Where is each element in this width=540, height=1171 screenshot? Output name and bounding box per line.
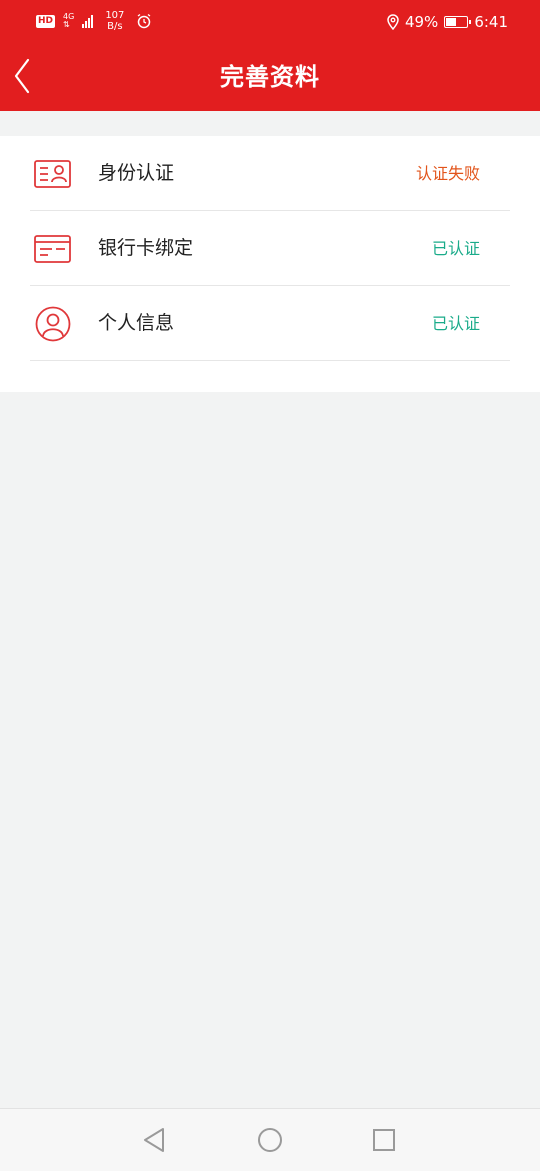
list-item-bank-card[interactable]: 银行卡绑定 已认证	[30, 211, 510, 286]
hd-badge: HD	[36, 14, 56, 28]
location-icon	[387, 14, 399, 30]
signal-icon	[82, 14, 94, 28]
battery-icon	[444, 16, 472, 28]
status-right: 49% 6:41	[387, 13, 508, 31]
identity-status: 认证失败	[415, 164, 480, 183]
page-title: 完善资料	[220, 63, 320, 91]
identity-label: 身份认证	[98, 162, 175, 184]
network-indicator: 4G ⇅	[63, 13, 74, 29]
nav-home-icon	[258, 1128, 282, 1152]
system-home-button[interactable]	[253, 1123, 287, 1157]
alarm-icon	[138, 13, 151, 29]
bank-card-icon	[34, 235, 71, 263]
status-left: HD 4G ⇅ 107 B/s	[36, 10, 152, 32]
system-back-button[interactable]	[137, 1123, 171, 1157]
profile-list: 身份认证 认证失败 银行卡绑定 已认证 个人信息 已认证	[0, 136, 540, 392]
system-recent-button[interactable]	[367, 1123, 401, 1157]
battery-percent: 49%	[404, 13, 439, 31]
clock: 6:41	[474, 13, 508, 31]
personal-info-status: 已认证	[431, 314, 480, 333]
personal-info-label: 个人信息	[98, 312, 175, 334]
status-bar: HD 4G ⇅ 107 B/s 49% 6:41	[0, 0, 540, 44]
list-item-personal-info[interactable]: 个人信息 已认证	[30, 286, 510, 361]
bank-card-label: 银行卡绑定	[98, 237, 194, 259]
user-circle-icon	[35, 306, 71, 342]
id-card-icon	[34, 160, 71, 188]
list-item-identity[interactable]: 身份认证 认证失败	[30, 136, 510, 211]
bank-card-status: 已认证	[431, 239, 480, 258]
speed-unit: B/s	[107, 21, 123, 32]
header-bar: 完善资料	[0, 44, 540, 111]
nav-recent-icon	[373, 1129, 395, 1151]
network-speed: 107 B/s	[105, 10, 124, 32]
system-nav-bar	[0, 1108, 540, 1171]
speed-value: 107	[105, 10, 125, 21]
nav-back-icon	[144, 1128, 164, 1152]
data-arrows-icon: ⇅	[63, 20, 70, 29]
